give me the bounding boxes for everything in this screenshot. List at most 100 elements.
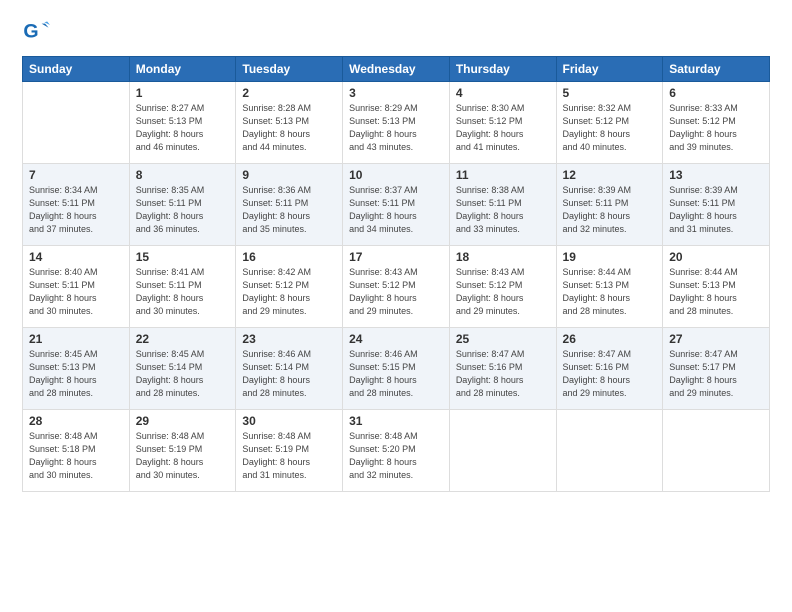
day-number: 15 [136, 250, 230, 264]
calendar-week-row: 1 Sunrise: 8:27 AM Sunset: 5:13 PM Daylig… [23, 82, 770, 164]
weekday-header-wednesday: Wednesday [343, 57, 450, 82]
calendar-cell: 15 Sunrise: 8:41 AM Sunset: 5:11 PM Dayli… [129, 246, 236, 328]
day-number: 2 [242, 86, 336, 100]
day-info: Sunrise: 8:45 AM Sunset: 5:14 PM Dayligh… [136, 348, 230, 400]
day-number: 9 [242, 168, 336, 182]
calendar-week-row: 14Sunrise: 8:40 AM Sunset: 5:11 PM Dayli… [23, 246, 770, 328]
calendar-cell: 17 Sunrise: 8:43 AM Sunset: 5:12 PM Dayli… [343, 246, 450, 328]
day-info: Sunrise: 8:27 AM Sunset: 5:13 PM Dayligh… [136, 102, 230, 154]
calendar-cell: 19 Sunrise: 8:44 AM Sunset: 5:13 PM Dayli… [556, 246, 663, 328]
calendar-cell: 21Sunrise: 8:45 AM Sunset: 5:13 PM Dayli… [23, 328, 130, 410]
calendar-cell: 16 Sunrise: 8:42 AM Sunset: 5:12 PM Dayli… [236, 246, 343, 328]
calendar-cell: 20 Sunrise: 8:44 AM Sunset: 5:13 PM Dayli… [663, 246, 770, 328]
calendar-cell: 2 Sunrise: 8:28 AM Sunset: 5:13 PM Daylig… [236, 82, 343, 164]
day-info: Sunrise: 8:48 AM Sunset: 5:20 PM Dayligh… [349, 430, 443, 482]
calendar-cell: 24 Sunrise: 8:46 AM Sunset: 5:15 PM Dayli… [343, 328, 450, 410]
day-info: Sunrise: 8:39 AM Sunset: 5:11 PM Dayligh… [563, 184, 657, 236]
calendar-cell: 29 Sunrise: 8:48 AM Sunset: 5:19 PM Dayli… [129, 410, 236, 492]
day-number: 26 [563, 332, 657, 346]
day-info: Sunrise: 8:43 AM Sunset: 5:12 PM Dayligh… [349, 266, 443, 318]
calendar-cell [449, 410, 556, 492]
day-info: Sunrise: 8:47 AM Sunset: 5:16 PM Dayligh… [563, 348, 657, 400]
day-info: Sunrise: 8:45 AM Sunset: 5:13 PM Dayligh… [29, 348, 123, 400]
calendar-cell: 3Sunrise: 8:29 AM Sunset: 5:13 PM Daylig… [343, 82, 450, 164]
day-number: 17 [349, 250, 443, 264]
day-number: 11 [456, 168, 550, 182]
day-info: Sunrise: 8:32 AM Sunset: 5:12 PM Dayligh… [563, 102, 657, 154]
weekday-header-tuesday: Tuesday [236, 57, 343, 82]
logo: G [22, 18, 54, 46]
day-info: Sunrise: 8:47 AM Sunset: 5:16 PM Dayligh… [456, 348, 550, 400]
calendar-cell: 14Sunrise: 8:40 AM Sunset: 5:11 PM Dayli… [23, 246, 130, 328]
weekday-header-saturday: Saturday [663, 57, 770, 82]
day-number: 24 [349, 332, 443, 346]
calendar-week-row: 28 Sunrise: 8:48 AM Sunset: 5:18 PM Dayli… [23, 410, 770, 492]
day-info: Sunrise: 8:37 AM Sunset: 5:11 PM Dayligh… [349, 184, 443, 236]
calendar-cell [663, 410, 770, 492]
day-info: Sunrise: 8:46 AM Sunset: 5:14 PM Dayligh… [242, 348, 336, 400]
day-number: 29 [136, 414, 230, 428]
day-info: Sunrise: 8:28 AM Sunset: 5:13 PM Dayligh… [242, 102, 336, 154]
day-number: 1 [136, 86, 230, 100]
day-number: 10 [349, 168, 443, 182]
day-number: 16 [242, 250, 336, 264]
day-info: Sunrise: 8:41 AM Sunset: 5:11 PM Dayligh… [136, 266, 230, 318]
calendar-cell: 7Sunrise: 8:34 AM Sunset: 5:11 PM Daylig… [23, 164, 130, 246]
calendar-cell: 12 Sunrise: 8:39 AM Sunset: 5:11 PM Dayli… [556, 164, 663, 246]
day-info: Sunrise: 8:34 AM Sunset: 5:11 PM Dayligh… [29, 184, 123, 236]
calendar-week-row: 7Sunrise: 8:34 AM Sunset: 5:11 PM Daylig… [23, 164, 770, 246]
day-info: Sunrise: 8:48 AM Sunset: 5:18 PM Dayligh… [29, 430, 123, 482]
day-number: 20 [669, 250, 763, 264]
page-header: G [22, 18, 770, 46]
calendar-table: SundayMondayTuesdayWednesdayThursdayFrid… [22, 56, 770, 492]
calendar-cell: 18 Sunrise: 8:43 AM Sunset: 5:12 PM Dayli… [449, 246, 556, 328]
calendar-cell: 1 Sunrise: 8:27 AM Sunset: 5:13 PM Daylig… [129, 82, 236, 164]
weekday-header-sunday: Sunday [23, 57, 130, 82]
day-info: Sunrise: 8:48 AM Sunset: 5:19 PM Dayligh… [242, 430, 336, 482]
day-number: 27 [669, 332, 763, 346]
day-number: 19 [563, 250, 657, 264]
calendar-cell: 5 Sunrise: 8:32 AM Sunset: 5:12 PM Daylig… [556, 82, 663, 164]
calendar-cell: 10 Sunrise: 8:37 AM Sunset: 5:11 PM Dayli… [343, 164, 450, 246]
weekday-header-thursday: Thursday [449, 57, 556, 82]
day-info: Sunrise: 8:47 AM Sunset: 5:17 PM Dayligh… [669, 348, 763, 400]
calendar-cell: 9 Sunrise: 8:36 AM Sunset: 5:11 PM Daylig… [236, 164, 343, 246]
day-info: Sunrise: 8:42 AM Sunset: 5:12 PM Dayligh… [242, 266, 336, 318]
day-number: 23 [242, 332, 336, 346]
calendar-cell: 4 Sunrise: 8:30 AM Sunset: 5:12 PM Daylig… [449, 82, 556, 164]
calendar-cell: 6Sunrise: 8:33 AM Sunset: 5:12 PM Daylig… [663, 82, 770, 164]
day-info: Sunrise: 8:38 AM Sunset: 5:11 PM Dayligh… [456, 184, 550, 236]
day-number: 8 [136, 168, 230, 182]
day-info: Sunrise: 8:46 AM Sunset: 5:15 PM Dayligh… [349, 348, 443, 400]
calendar-cell: 27 Sunrise: 8:47 AM Sunset: 5:17 PM Dayli… [663, 328, 770, 410]
day-info: Sunrise: 8:39 AM Sunset: 5:11 PM Dayligh… [669, 184, 763, 236]
svg-text:G: G [23, 21, 38, 43]
day-number: 5 [563, 86, 657, 100]
calendar-cell: 31 Sunrise: 8:48 AM Sunset: 5:20 PM Dayli… [343, 410, 450, 492]
day-number: 3 [349, 86, 443, 100]
day-info: Sunrise: 8:35 AM Sunset: 5:11 PM Dayligh… [136, 184, 230, 236]
calendar-cell: 28 Sunrise: 8:48 AM Sunset: 5:18 PM Dayli… [23, 410, 130, 492]
day-info: Sunrise: 8:36 AM Sunset: 5:11 PM Dayligh… [242, 184, 336, 236]
day-number: 4 [456, 86, 550, 100]
calendar-cell [23, 82, 130, 164]
calendar-cell: 25Sunrise: 8:47 AM Sunset: 5:16 PM Dayli… [449, 328, 556, 410]
calendar-cell: 8 Sunrise: 8:35 AM Sunset: 5:11 PM Daylig… [129, 164, 236, 246]
day-number: 30 [242, 414, 336, 428]
day-info: Sunrise: 8:30 AM Sunset: 5:12 PM Dayligh… [456, 102, 550, 154]
day-number: 18 [456, 250, 550, 264]
day-number: 31 [349, 414, 443, 428]
day-number: 6 [669, 86, 763, 100]
day-number: 12 [563, 168, 657, 182]
day-info: Sunrise: 8:43 AM Sunset: 5:12 PM Dayligh… [456, 266, 550, 318]
day-info: Sunrise: 8:40 AM Sunset: 5:11 PM Dayligh… [29, 266, 123, 318]
day-info: Sunrise: 8:44 AM Sunset: 5:13 PM Dayligh… [669, 266, 763, 318]
calendar-week-row: 21Sunrise: 8:45 AM Sunset: 5:13 PM Dayli… [23, 328, 770, 410]
day-number: 28 [29, 414, 123, 428]
calendar-cell: 11 Sunrise: 8:38 AM Sunset: 5:11 PM Dayli… [449, 164, 556, 246]
day-number: 22 [136, 332, 230, 346]
day-number: 13 [669, 168, 763, 182]
day-info: Sunrise: 8:48 AM Sunset: 5:19 PM Dayligh… [136, 430, 230, 482]
calendar-cell: 13 Sunrise: 8:39 AM Sunset: 5:11 PM Dayli… [663, 164, 770, 246]
day-info: Sunrise: 8:44 AM Sunset: 5:13 PM Dayligh… [563, 266, 657, 318]
